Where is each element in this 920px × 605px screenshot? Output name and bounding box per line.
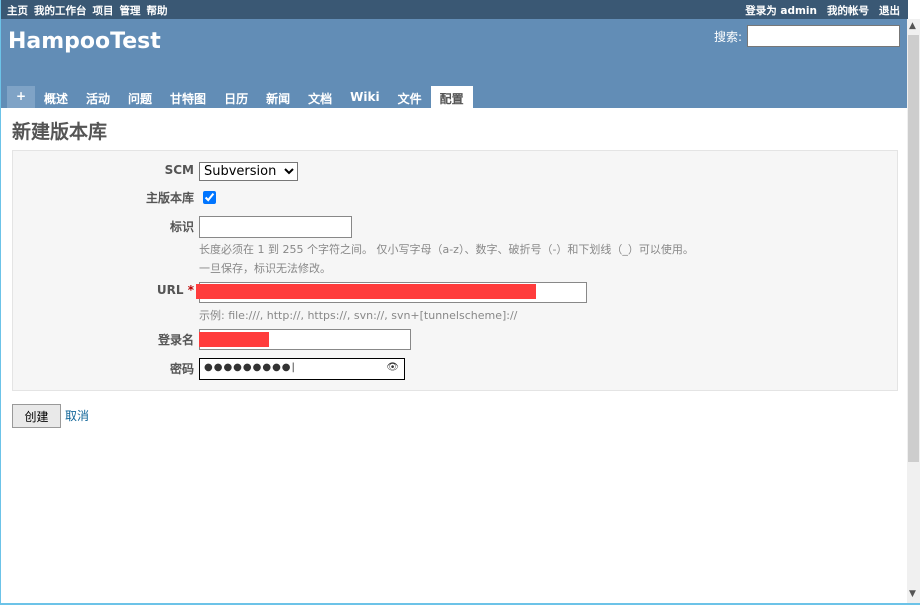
scroll-up-icon[interactable]: ▲ — [909, 21, 916, 31]
header: HampooTest 搜索: + 概述 活动 问题 甘特图 日历 新闻 文档 W… — [1, 19, 908, 108]
identifier-hint: 长度必须在 1 到 255 个字符之间。 仅小写字母（a-z）、数字、破折号（-… — [199, 243, 694, 256]
tab-news[interactable]: 新闻 — [257, 86, 299, 108]
login-label: 登录名 — [157, 333, 194, 347]
scm-label: SCM — [164, 163, 194, 177]
show-password-icon[interactable]: 👁 — [386, 362, 400, 373]
tab-calendar[interactable]: 日历 — [215, 86, 257, 108]
project-tabs: + 概述 活动 问题 甘特图 日历 新闻 文档 Wiki 文件 配置 — [7, 86, 473, 108]
redacted-url — [196, 284, 536, 299]
tab-wiki[interactable]: Wiki — [341, 86, 388, 108]
tab-files[interactable]: 文件 — [389, 86, 431, 108]
logout-link[interactable]: 退出 — [879, 5, 900, 17]
scm-select[interactable]: Subversion — [199, 162, 298, 181]
menu-projects[interactable]: 项目 — [93, 5, 114, 17]
top-menu: 主页 我的工作台 项目 管理 帮助 登录为 admin 我的帐号 退出 — [1, 0, 908, 19]
identifier-label: 标识 — [169, 220, 194, 234]
my-account-link[interactable]: 我的帐号 — [827, 5, 869, 17]
scroll-down-icon[interactable]: ▼ — [909, 589, 916, 599]
search-label: 搜索: — [713, 29, 742, 44]
tab-issues[interactable]: 问题 — [119, 86, 161, 108]
search-input[interactable] — [747, 25, 900, 47]
main-repo-label: 主版本库 — [145, 191, 194, 205]
create-button[interactable]: 创建 — [12, 404, 61, 428]
password-label: 密码 — [169, 362, 194, 376]
cancel-link[interactable]: 取消 — [65, 407, 89, 424]
tab-documents[interactable]: 文档 — [299, 86, 341, 108]
scrollbar[interactable]: ▲ ▼ — [907, 19, 920, 603]
logged-in-as: 登录为 admin — [745, 5, 817, 17]
url-label: URL * — [156, 283, 194, 297]
tab-overview[interactable]: 概述 — [35, 86, 77, 108]
scrollbar-thumb[interactable] — [908, 35, 919, 462]
identifier-hint-2: 一旦保存，标识无法修改。 — [199, 262, 331, 275]
main-repo-checkbox[interactable] — [203, 191, 216, 204]
password-input[interactable]: ●●●●●●●●●| 👁 — [199, 358, 405, 380]
identifier-input[interactable] — [199, 216, 352, 238]
tab-gantt[interactable]: 甘特图 — [161, 86, 215, 108]
project-title[interactable]: HampooTest — [8, 29, 161, 54]
tab-activity[interactable]: 活动 — [77, 86, 119, 108]
page-title: 新建版本库 — [12, 121, 108, 143]
url-hint: 示例: file:///, http://, https://, svn://,… — [199, 309, 518, 322]
menu-help[interactable]: 帮助 — [147, 5, 168, 17]
search: 搜索: — [714, 25, 900, 47]
tab-new[interactable]: + — [7, 86, 35, 108]
menu-admin[interactable]: 管理 — [120, 5, 141, 17]
tab-settings[interactable]: 配置 — [430, 86, 473, 108]
menu-home[interactable]: 主页 — [7, 5, 28, 17]
repository-form: SCM Subversion 主版本库 标识 长度必须在 1 到 255 个字符… — [12, 150, 898, 391]
redacted-login — [199, 332, 269, 347]
required-mark: * — [187, 283, 194, 297]
menu-my-page[interactable]: 我的工作台 — [34, 5, 87, 17]
